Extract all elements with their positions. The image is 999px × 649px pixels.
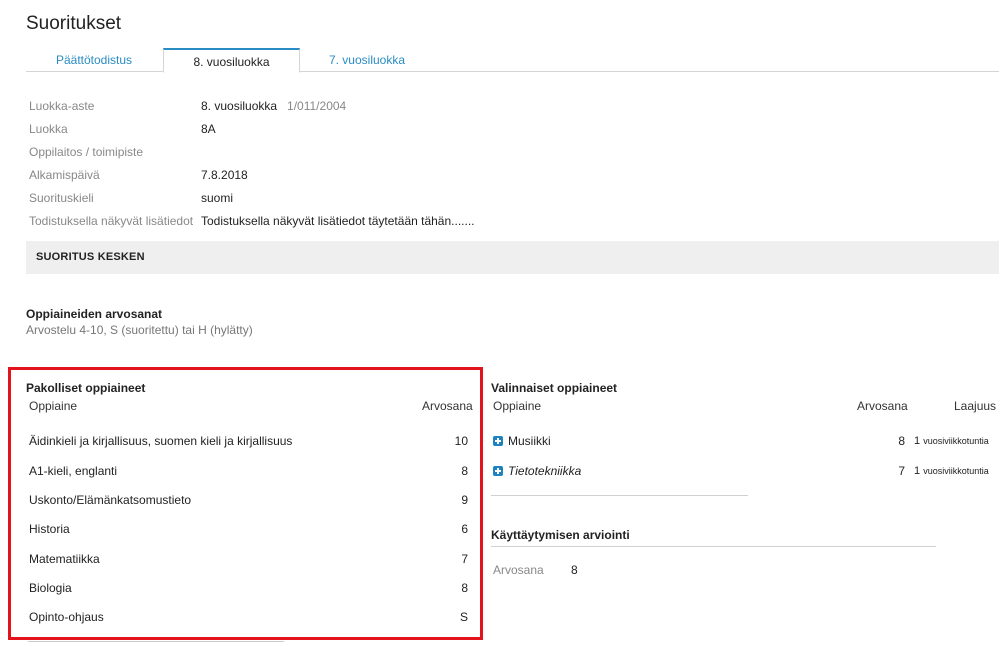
mandatory-subject-grade: 6 [461,522,468,536]
extent-unit: vuosiviikkotuntia [923,436,989,446]
info-label: Alkamispäivä [29,168,100,182]
mandatory-subject-grade: 7 [461,552,468,566]
mandatory-col-grade: Arvosana [422,399,473,413]
info-label: Oppilaitos / toimipiste [29,145,144,159]
behaviour-grade-value: 8 [571,563,578,577]
optional-subject-grade: 8 [898,434,905,448]
info-value: suomi [201,191,234,205]
optional-col-grade: Arvosana [857,399,908,413]
mandatory-subject-grade: 8 [461,581,468,595]
extent-unit: vuosiviikkotuntia [923,466,989,476]
mandatory-subject-grade: S [459,610,468,624]
mandatory-subjects-title: Pakolliset oppiaineet [26,381,146,395]
mandatory-subject-name: Äidinkieli ja kirjallisuus, suomen kieli… [29,434,293,448]
optional-subject-extent: 1 vuosiviikkotuntia [914,465,989,477]
tab-8-vuosiluokka[interactable]: 8. vuosiluokka [163,48,300,73]
mandatory-subject-name: Uskonto/Elämänkatsomustieto [29,493,192,507]
plus-icon[interactable] [493,436,503,446]
grades-scale-info: Arvostelu 4-10, S (suoritettu) tai H (hy… [26,323,253,337]
tab-7-vuosiluokka[interactable]: 7. vuosiluokka [299,48,435,71]
optional-col-extent: Laajuus [954,399,997,413]
info-value-text: 8. vuosiluokka [201,99,278,113]
optional-subjects-title: Valinnaiset oppiaineet [491,381,618,395]
optional-col-subject: Oppiaine [493,399,542,413]
grades-heading: Oppiaineiden arvosanat [26,307,163,321]
status-text: SUORITUS KESKEN [36,251,145,263]
info-label: Luokka-aste [29,99,95,113]
extent-value: 1 [914,435,921,447]
info-value: Todistuksella näkyvät lisätiedot täytetä… [201,214,475,228]
mandatory-subject-name: A1-kieli, englanti [29,464,118,478]
mandatory-subject-name: Historia [29,522,70,536]
optional-subject-name[interactable]: Tietotekniikka [508,464,581,478]
status-bar: SUORITUS KESKEN [26,241,999,274]
divider [491,495,748,496]
info-label: Luokka [29,122,68,136]
extent-value: 1 [914,465,921,477]
mandatory-subject-name: Matematiikka [29,552,100,566]
mandatory-subject-name: Biologia [29,581,72,595]
mandatory-col-subject: Oppiaine [29,399,78,413]
page-title: Suoritukset [26,13,122,34]
info-value: 8. vuosiluokka 1/011/2004 [201,99,346,113]
optional-subject-extent: 1 vuosiviikkotuntia [914,435,989,447]
divider [28,641,284,642]
mandatory-subject-name: Opinto-ohjaus [29,610,104,624]
behaviour-title: Käyttäytymisen arviointi [491,528,630,542]
behaviour-grade-label: Arvosana [493,563,544,577]
info-label: Suorituskieli [29,191,94,205]
tab-paattotodistus[interactable]: Päättötodistus [26,48,162,71]
divider [491,546,936,547]
info-value-extra: 1/011/2004 [287,99,347,113]
optional-subject-name[interactable]: Musiikki [508,434,551,448]
info-value: 7.8.2018 [201,168,248,182]
info-label: Todistuksella näkyvät lisätiedot [29,214,194,228]
optional-subject-grade: 7 [898,464,905,478]
info-value: 8A [201,122,216,136]
mandatory-subject-grade: 8 [461,464,468,478]
plus-icon[interactable] [493,466,503,476]
mandatory-subject-grade: 10 [454,434,468,448]
mandatory-subject-grade: 9 [461,493,468,507]
